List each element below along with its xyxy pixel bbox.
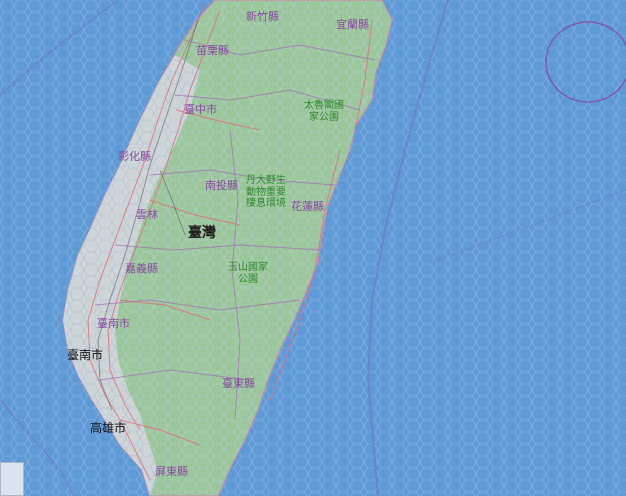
park-label-dan-line3: 棲息環境 xyxy=(246,198,286,209)
park-label-dan: 丹大野生 動物重要 棲息環境 xyxy=(246,175,286,210)
island-label: 臺灣 xyxy=(188,225,216,241)
county-label-hsinchu: 新竹縣 xyxy=(246,10,279,23)
county-label-taitung: 臺東縣 xyxy=(222,377,255,390)
park-label-yushan: 玉山國家 公園 xyxy=(228,262,268,285)
county-label-chiayi: 嘉義縣 xyxy=(125,262,158,275)
park-label-yushan-line1: 玉山國家 xyxy=(228,262,268,273)
park-label-taroko-line2: 家公園 xyxy=(309,111,339,123)
county-label-hualien: 花蓮縣 xyxy=(291,200,324,213)
park-label-yushan-line2: 公園 xyxy=(238,273,258,285)
county-label-yilan: 宜蘭縣 xyxy=(336,18,369,31)
county-label-miaoli: 苗栗縣 xyxy=(196,44,229,57)
county-label-taichung: 臺中市 xyxy=(184,103,217,116)
park-label-dan-line2: 動物重要 xyxy=(246,186,286,198)
city-label-kaohsiung: 高雄市 xyxy=(90,421,127,435)
park-label-dan-line1: 丹大野生 xyxy=(246,175,286,186)
park-label-taroko: 太魯閣國 家公園 xyxy=(304,100,344,123)
county-label-tainan-county: 臺南市 xyxy=(97,317,130,330)
county-label-yunlin: 雲林 xyxy=(136,208,158,221)
county-label-pingtung: 屏東縣 xyxy=(155,465,188,478)
park-label-taroko-line1: 太魯閣國 xyxy=(304,100,344,111)
county-label-nantou: 南投縣 xyxy=(205,179,238,192)
map-corner-control[interactable] xyxy=(0,462,24,496)
county-label-changhua: 彰化縣 xyxy=(118,150,151,163)
city-label-tainan: 臺南市 xyxy=(67,348,104,362)
